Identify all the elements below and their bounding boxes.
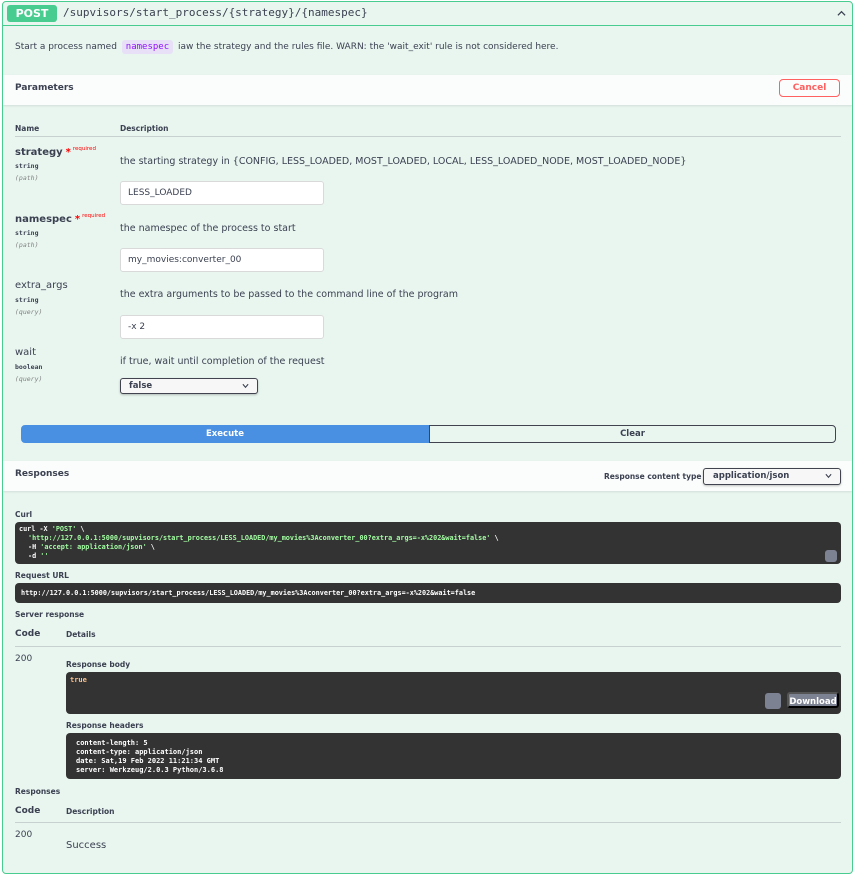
extra-args-input[interactable]: -x 2 xyxy=(120,315,324,339)
col-code-header: Code xyxy=(15,629,41,639)
col-description-header: Description xyxy=(66,807,115,816)
chevron-down-icon xyxy=(242,383,249,389)
response-content-type-label: Response content type xyxy=(604,472,702,481)
divider xyxy=(15,136,841,137)
request-url-block[interactable]: http://127.0.0.1:5000/supvisors/start_pr… xyxy=(15,583,841,603)
header-line: date: Sat,19 Feb 2022 11:21:34 GMT xyxy=(76,757,220,765)
param-name-text: namespec xyxy=(15,214,72,225)
curl-block[interactable]: curl -X 'POST' \ 'http://127.0.0.1:5000/… xyxy=(15,522,841,564)
header-line: server: Werkzeug/2.0.3 Python/3.6.8 xyxy=(76,766,224,774)
param-in: (query) xyxy=(15,375,43,383)
curl-line-4: -d '' xyxy=(28,552,48,560)
copy-icon[interactable] xyxy=(825,550,837,562)
header-line: content-length: 5 xyxy=(76,739,148,747)
parameters-title: Parameters xyxy=(15,83,74,93)
curl-text: \ xyxy=(146,543,155,551)
wait-select[interactable]: false xyxy=(120,378,258,394)
response-content-type-select[interactable]: application/json xyxy=(703,468,841,485)
curl-label: Curl xyxy=(15,510,33,519)
required-label: required xyxy=(72,146,96,152)
strategy-input[interactable]: LESS_LOADED xyxy=(120,181,324,205)
response-body-value: true xyxy=(70,676,87,684)
param-in: (path) xyxy=(15,174,39,182)
header-line: content-type: application/json xyxy=(76,748,203,756)
wait-select-value: false xyxy=(129,381,153,391)
curl-text: \ xyxy=(490,534,499,542)
chevron-up-icon[interactable] xyxy=(837,9,846,18)
param-name-wait: wait xyxy=(15,347,37,358)
cancel-button[interactable]: Cancel xyxy=(779,79,840,97)
clear-button[interactable]: Clear xyxy=(429,425,836,443)
curl-text: curl -X xyxy=(19,525,52,533)
response-headers-label: Response headers xyxy=(66,721,144,730)
server-response-label: Server response xyxy=(15,610,85,619)
param-description: the starting strategy in {CONFIG, LESS_L… xyxy=(120,156,687,167)
curl-line-2: 'http://127.0.0.1:5000/supvisors/start_p… xyxy=(28,534,499,542)
download-button[interactable]: Download xyxy=(787,692,839,708)
required-label: required xyxy=(82,213,106,219)
response-code: 200 xyxy=(15,654,33,664)
operation-block: POST /supvisors/start_process/{strategy}… xyxy=(2,1,853,874)
param-in: (query) xyxy=(15,308,43,316)
copy-icon[interactable] xyxy=(765,693,781,709)
col-description-header: Description xyxy=(120,124,169,133)
curl-line-3: -H 'accept: application/json' \ xyxy=(28,543,155,551)
curl-line-1: curl -X 'POST' \ xyxy=(19,525,85,533)
param-description: the extra arguments to be passed to the … xyxy=(120,289,459,300)
param-type: boolean xyxy=(15,363,43,371)
param-in: (path) xyxy=(15,241,39,249)
param-name-extra-args: extra_args xyxy=(15,280,68,291)
namespec-input[interactable]: my_movies:converter_00 xyxy=(120,248,324,272)
description-text: Start a process named xyxy=(15,42,117,52)
curl-string: 'http://127.0.0.1:5000/supvisors/start_p… xyxy=(28,534,491,542)
documented-responses-label: Responses xyxy=(15,787,61,796)
documented-response-description: Success xyxy=(66,840,107,851)
endpoint-path: /supvisors/start_process/{strategy}/{nam… xyxy=(63,6,368,19)
curl-text: -H xyxy=(28,543,41,551)
responses-title: Responses xyxy=(15,469,70,479)
divider xyxy=(15,822,841,823)
operation-description: Start a process named namespec iaw the s… xyxy=(15,40,559,54)
param-description: the namespec of the process to start xyxy=(120,223,296,234)
col-name-header: Name xyxy=(15,124,40,133)
curl-string: '' xyxy=(40,552,49,560)
curl-text: -d xyxy=(28,552,41,560)
request-url-value: http://127.0.0.1:5000/supvisors/start_pr… xyxy=(21,589,476,597)
param-name-text: strategy xyxy=(15,147,63,158)
param-description: if true, wait until completion of the re… xyxy=(120,356,325,367)
documented-response-code: 200 xyxy=(15,830,33,840)
execute-button[interactable]: Execute xyxy=(21,425,429,443)
description-text-2: iaw the strategy and the rules file. WAR… xyxy=(178,42,559,52)
param-type: string xyxy=(15,162,39,170)
param-name-namespec: namespec * required xyxy=(15,213,105,225)
col-details-header: Details xyxy=(66,630,96,639)
divider xyxy=(15,646,841,647)
param-name-strategy: strategy * required xyxy=(15,146,96,158)
param-type: string xyxy=(15,296,39,304)
curl-text: \ xyxy=(76,525,85,533)
chevron-down-icon xyxy=(825,473,832,479)
parameters-header: Parameters Cancel xyxy=(3,75,852,105)
param-type: string xyxy=(15,229,39,237)
required-star: * xyxy=(74,214,81,225)
response-headers-block: content-length: 5 content-type: applicat… xyxy=(66,733,841,779)
response-body-label: Response body xyxy=(66,660,131,669)
response-body-block[interactable]: true Download xyxy=(66,672,841,714)
curl-string: 'POST' xyxy=(51,525,77,533)
curl-string: 'accept: application/json' xyxy=(40,543,147,551)
content-type-value: application/json xyxy=(713,471,790,481)
col-code-header: Code xyxy=(15,806,41,816)
http-method-badge: POST xyxy=(7,5,57,22)
operation-summary[interactable]: POST /supvisors/start_process/{strategy}… xyxy=(3,2,852,26)
required-star: * xyxy=(65,147,71,158)
description-code: namespec xyxy=(121,40,174,54)
request-url-label: Request URL xyxy=(15,571,69,580)
